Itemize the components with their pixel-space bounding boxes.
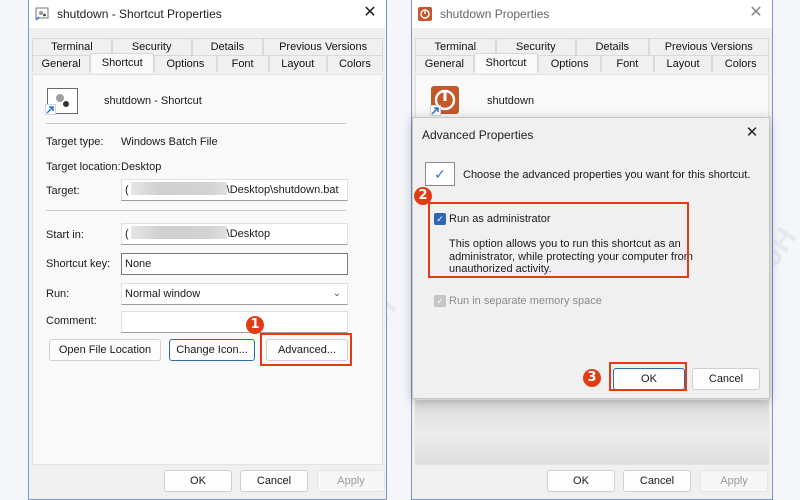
- start-in-label: Start in:: [46, 229, 84, 241]
- target-type-value: Windows Batch File: [121, 136, 218, 148]
- annotation-box-advanced: [260, 333, 352, 366]
- step-badge-1: 1: [246, 316, 264, 334]
- dialog-intro-text: Choose the advanced properties you want …: [463, 169, 751, 181]
- cancel-button[interactable]: Cancel: [240, 470, 308, 492]
- separate-memory-label: Run in separate memory space: [449, 295, 602, 307]
- title-bar: shutdown Properties ✕: [412, 0, 772, 28]
- tab-options[interactable]: Options: [538, 55, 602, 72]
- apply-button[interactable]: Apply: [700, 470, 768, 492]
- dialog-footer: OK Cancel Apply: [412, 465, 772, 499]
- redacted-path: [130, 226, 227, 239]
- checkmark-icon: ✓: [425, 162, 455, 186]
- shortcut-name: shutdown - Shortcut: [104, 95, 202, 107]
- separator: [46, 210, 346, 211]
- shortcut-key-label: Shortcut key:: [46, 258, 111, 270]
- target-label: Target:: [46, 185, 80, 197]
- dialog-cancel-button[interactable]: Cancel: [692, 368, 760, 390]
- cancel-button[interactable]: Cancel: [623, 470, 691, 492]
- tab-colors[interactable]: Colors: [712, 55, 770, 72]
- target-type-label: Target type:: [46, 136, 104, 148]
- panel-background: [415, 400, 769, 464]
- shortcut-arrow-icon: [430, 105, 441, 116]
- comment-input[interactable]: [121, 311, 348, 333]
- close-icon[interactable]: ✕: [360, 3, 380, 23]
- target-location-label: Target location:: [46, 161, 121, 173]
- tab-general[interactable]: General: [415, 55, 474, 72]
- tab-options[interactable]: Options: [154, 55, 217, 72]
- shortcut-arrow-icon: [45, 104, 56, 115]
- tab-layout[interactable]: Layout: [268, 55, 327, 72]
- chevron-down-icon: ⌄: [332, 288, 341, 299]
- redacted-path: [130, 182, 227, 195]
- ok-button[interactable]: OK: [164, 470, 232, 492]
- shortcut-tab-panel: shutdown - Shortcut Target type: Windows…: [32, 74, 383, 465]
- tab-previous-versions[interactable]: Previous Versions: [263, 38, 383, 55]
- change-icon-button[interactable]: Change Icon...: [169, 339, 255, 361]
- tab-font[interactable]: Font: [601, 55, 654, 72]
- separate-memory-checkbox[interactable]: ✓: [434, 295, 446, 307]
- separator: [46, 123, 346, 124]
- tab-shortcut[interactable]: Shortcut: [473, 53, 539, 73]
- annotation-box-run-as-admin: [428, 202, 689, 278]
- close-icon[interactable]: ✕: [743, 124, 761, 142]
- dialog-footer: OK Cancel Apply: [29, 465, 386, 499]
- tab-strip: Terminal Security Details Previous Versi…: [32, 38, 384, 74]
- shortcut-name: shutdown: [487, 95, 535, 107]
- tab-general[interactable]: General: [32, 55, 91, 72]
- window-title: shutdown Properties: [440, 7, 550, 21]
- annotation-box-ok: [609, 362, 687, 391]
- step-badge-2: 2: [414, 187, 432, 205]
- run-label: Run:: [46, 288, 70, 300]
- title-bar: shutdown - Shortcut Properties ✕: [29, 0, 386, 28]
- comment-label: Comment:: [46, 315, 97, 327]
- tab-details[interactable]: Details: [191, 38, 264, 55]
- run-select[interactable]: Normal window ⌄: [121, 283, 348, 305]
- tab-strip: Terminal Security Details Previous Versi…: [415, 38, 770, 74]
- target-location-value: Desktop: [121, 161, 162, 173]
- start-in-input[interactable]: (\Desktop: [121, 223, 348, 245]
- shortcut-key-input[interactable]: None: [121, 253, 348, 275]
- tab-font[interactable]: Font: [216, 55, 269, 72]
- shortcut-properties-window: shutdown - Shortcut Properties ✕ Termina…: [28, 0, 387, 500]
- window-title: shutdown - Shortcut Properties: [57, 7, 222, 21]
- tab-colors[interactable]: Colors: [326, 55, 384, 72]
- dialog-title: Advanced Properties: [422, 128, 534, 142]
- close-icon[interactable]: ✕: [746, 3, 766, 23]
- tab-shortcut[interactable]: Shortcut: [90, 53, 155, 73]
- shutdown-app-icon: [418, 7, 432, 21]
- tab-previous-versions[interactable]: Previous Versions: [648, 38, 769, 55]
- tab-details[interactable]: Details: [576, 38, 649, 55]
- step-badge-3: 3: [583, 369, 601, 387]
- target-input[interactable]: (\Desktop\shutdown.bat: [121, 179, 348, 201]
- apply-button[interactable]: Apply: [317, 470, 385, 492]
- ok-button[interactable]: OK: [547, 470, 615, 492]
- open-file-location-button[interactable]: Open File Location: [49, 339, 161, 361]
- tab-layout[interactable]: Layout: [653, 55, 713, 72]
- shortcut-file-icon: [35, 7, 49, 21]
